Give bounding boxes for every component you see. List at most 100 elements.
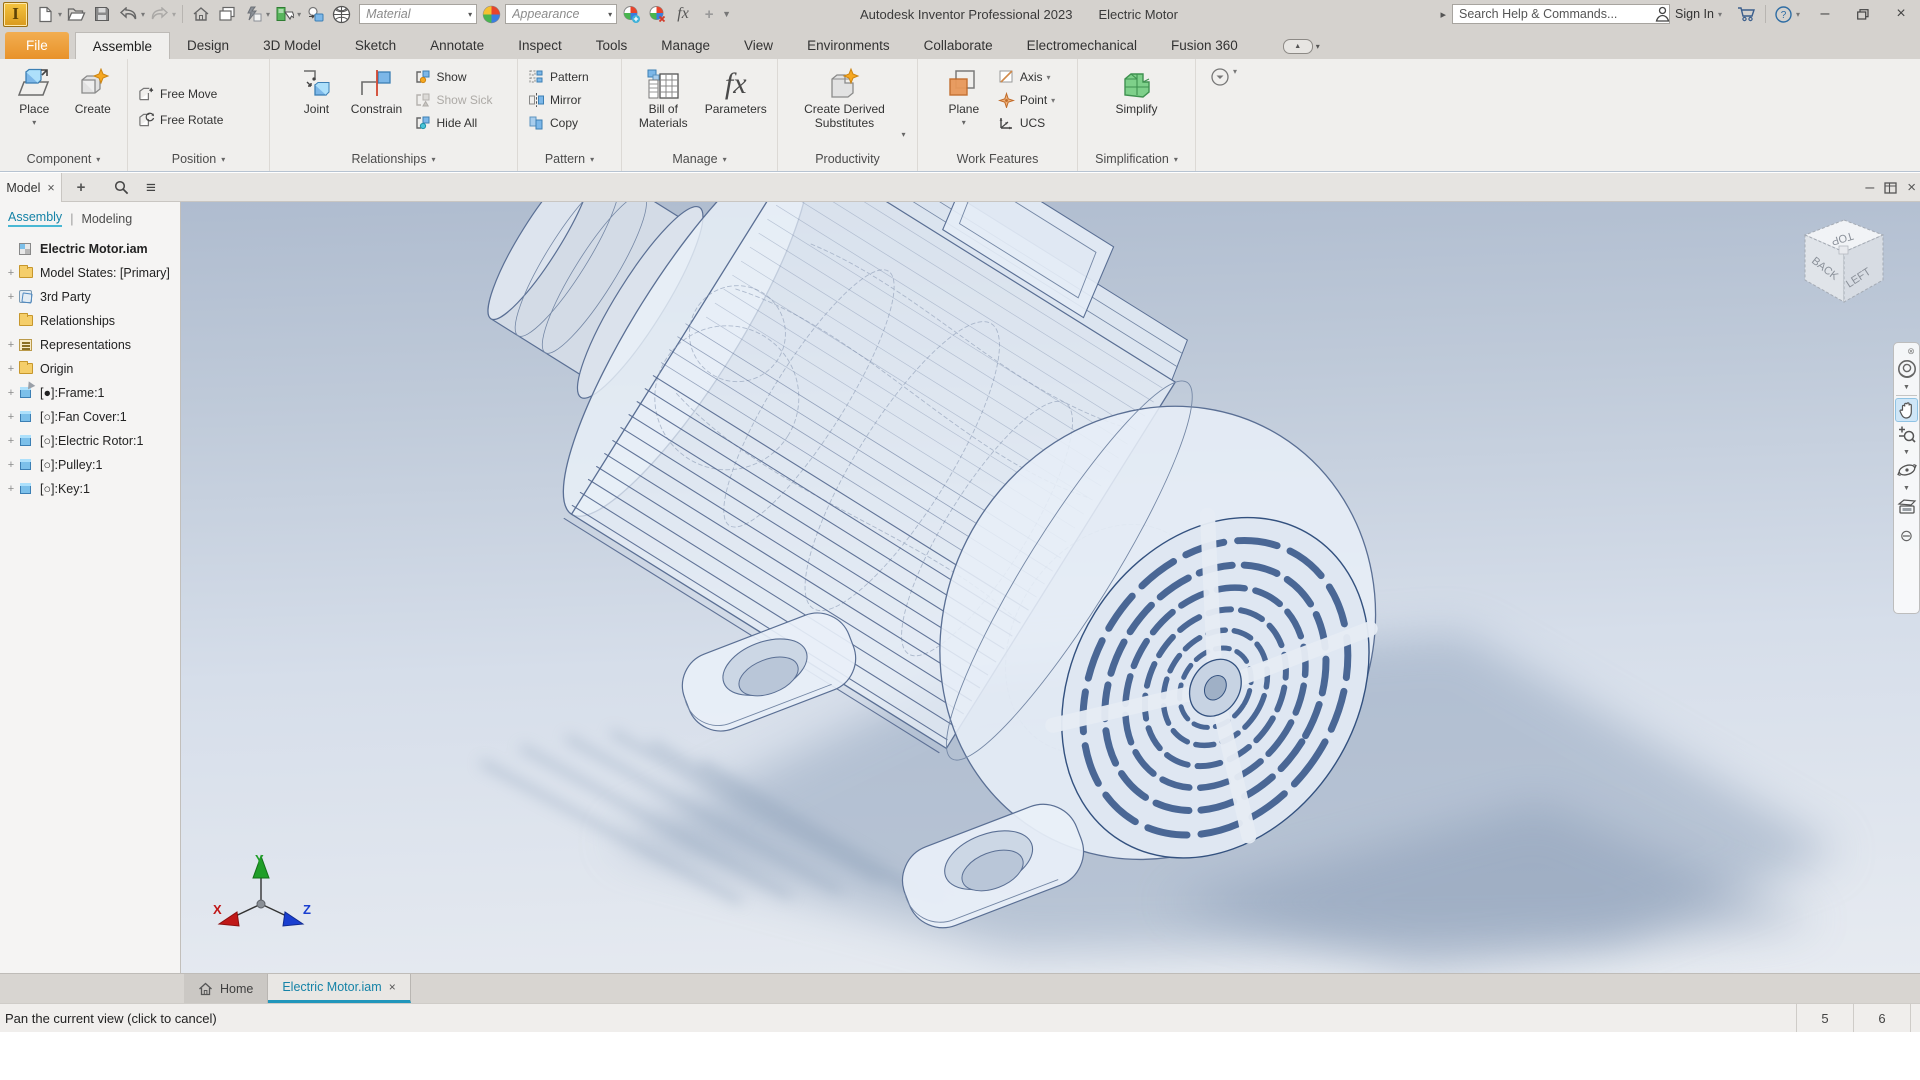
axis-button[interactable]: Axis ▾ [994,67,1059,87]
tab-sketch[interactable]: Sketch [338,32,413,59]
parameters-fx-button[interactable]: fx [671,2,695,26]
orbit-dropdown[interactable]: ▼ [1895,482,1918,494]
tree-item-origin[interactable]: + Origin [0,357,180,381]
tree-item-pulley[interactable]: + [○]:Pulley:1 [0,453,180,477]
browser-search-button[interactable] [108,173,134,202]
copy-screenshot-button[interactable] [215,2,239,26]
tree-item-representations[interactable]: + Representations [0,333,180,357]
navigation-wheel-button[interactable] [1895,357,1918,381]
navbar-close-button[interactable]: ⊗ [1903,345,1919,357]
inventor-logo-icon[interactable]: I [3,1,28,27]
constrain-button[interactable]: Constrain [344,63,408,117]
clear-appearance-button[interactable] [645,2,669,26]
redo-button[interactable] [147,2,171,26]
home-tab[interactable]: Home [184,974,269,1003]
tree-item-electric-rotor[interactable]: + [○]:Electric Rotor:1 [0,429,180,453]
panel-label-simplification[interactable]: Simplification ▾ [1078,147,1195,171]
show-relationships-button[interactable]: Show [410,67,496,87]
tree-item-relationships[interactable]: Relationships [0,309,180,333]
panel-overflow-dropdown[interactable]: ▾ [1233,67,1237,76]
qat-customize-dropdown[interactable]: ▼ [722,9,731,19]
panel-overflow-icon[interactable] [1210,67,1230,87]
appearance-wheel-icon[interactable] [479,2,503,26]
minimize-button[interactable]: – [1806,0,1844,28]
ribbon-display-dropdown[interactable]: ▾ [1316,42,1320,51]
tab-collaborate[interactable]: Collaborate [907,32,1010,59]
tab-file[interactable]: File [5,32,69,59]
tab-view[interactable]: View [727,32,790,59]
point-dropdown[interactable]: ▾ [1051,96,1055,105]
create-button[interactable]: Create [65,63,122,117]
tab-inspect[interactable]: Inspect [501,32,579,59]
tab-fusion-360[interactable]: Fusion 360 [1154,32,1255,59]
zoom-dropdown[interactable]: ▼ [1895,446,1918,458]
tab-3d-model[interactable]: 3D Model [246,32,338,59]
axis-dropdown[interactable]: ▾ [1046,73,1050,82]
pan-tool-button[interactable] [1895,398,1918,422]
electric-motor-model[interactable]: TOP BACK LEFT X Y Z [181,202,1920,973]
browser-add-button[interactable]: + [68,173,94,202]
tree-item-3rd-party[interactable]: + 3rd Party [0,285,180,309]
sign-in-label[interactable]: Sign In [1675,7,1714,21]
redo-dropdown[interactable]: ▾ [172,10,176,19]
orbit-tool-button[interactable] [1895,458,1918,482]
create-derived-substitutes-button[interactable]: Create Derived Substitutes [789,63,899,131]
panel-label-relationships[interactable]: Relationships ▾ [270,147,517,171]
3d-viewport[interactable]: TOP BACK LEFT X Y Z ⊗ ▼ ▼ ▼ ⊖ [181,202,1920,973]
joint-button[interactable]: Joint [290,63,342,117]
panel-label-pattern[interactable]: Pattern ▾ [518,147,621,171]
save-button[interactable] [90,2,114,26]
update-button[interactable] [241,2,265,26]
free-move-button[interactable]: Free Move [134,84,221,104]
doc-minimize-icon[interactable]: – [1865,179,1874,197]
component-swap-button[interactable] [303,2,327,26]
tab-assemble[interactable]: Assemble [74,32,171,59]
doc-close-icon[interactable]: × [1907,179,1916,196]
new-file-dropdown[interactable]: ▾ [58,10,62,19]
update-dropdown[interactable]: ▾ [266,10,270,19]
plane-button[interactable]: Plane ▾ [936,63,992,127]
select-dropdown[interactable]: ▾ [297,10,301,19]
browser-tab-assembly[interactable]: Assembly [8,210,63,227]
material-ball-icon[interactable] [329,2,353,26]
home-view-button[interactable] [189,2,213,26]
tree-item-key[interactable]: + [○]:Key:1 [0,477,180,501]
panel-label-productivity[interactable]: Productivity [778,147,917,171]
simplify-button[interactable]: Simplify [1102,63,1172,117]
copy-button[interactable]: Copy [524,113,593,133]
tree-item-fan-cover[interactable]: + [○]:Fan Cover:1 [0,405,180,429]
view-cube[interactable]: TOP BACK LEFT [1803,219,1885,303]
tab-annotate[interactable]: Annotate [413,32,501,59]
material-combo[interactable]: Material ▾ [359,4,478,24]
tree-item-model-states[interactable]: + Model States: [Primary] [0,261,180,285]
derived-substitutes-dropdown[interactable]: ▾ [901,130,905,139]
select-button[interactable] [272,2,296,26]
panel-label-component[interactable]: Component ▾ [0,147,127,171]
panel-label-position[interactable]: Position ▾ [128,147,269,171]
mirror-button[interactable]: Mirror [524,90,593,110]
undo-button[interactable] [116,2,140,26]
tab-environments[interactable]: Environments [790,32,907,59]
panel-label-work-features[interactable]: Work Features [918,147,1077,171]
close-button[interactable]: × [1882,0,1920,28]
browser-close-icon[interactable]: × [47,181,54,195]
pattern-button[interactable]: Pattern [524,67,593,87]
appearance-combo[interactable]: Appearance ▾ [505,4,618,24]
show-sick-button[interactable]: Show Sick [410,90,496,110]
browser-menu-button[interactable]: ≡ [138,173,164,202]
ucs-button[interactable]: UCS [994,113,1059,133]
help-dropdown[interactable]: ▾ [1796,10,1800,19]
bill-of-materials-button[interactable]: Bill of Materials [628,63,699,131]
tab-tools[interactable]: Tools [579,32,645,59]
navbar-customize-button[interactable]: ⊖ [1895,524,1918,548]
document-tab-electric-motor[interactable]: Electric Motor.iam × [268,974,411,1003]
store-cart-icon[interactable] [1737,6,1756,22]
search-input[interactable] [1452,4,1670,24]
parameters-button[interactable]: fx Parameters [701,63,772,117]
wheel-dropdown[interactable]: ▼ [1895,381,1918,393]
search-run-icon[interactable]: ▸ [1440,8,1446,21]
tab-design[interactable]: Design [170,32,246,59]
tree-item-root[interactable]: Electric Motor.iam [0,237,180,261]
undo-dropdown[interactable]: ▾ [141,10,145,19]
hide-all-button[interactable]: Hide All [410,113,496,133]
